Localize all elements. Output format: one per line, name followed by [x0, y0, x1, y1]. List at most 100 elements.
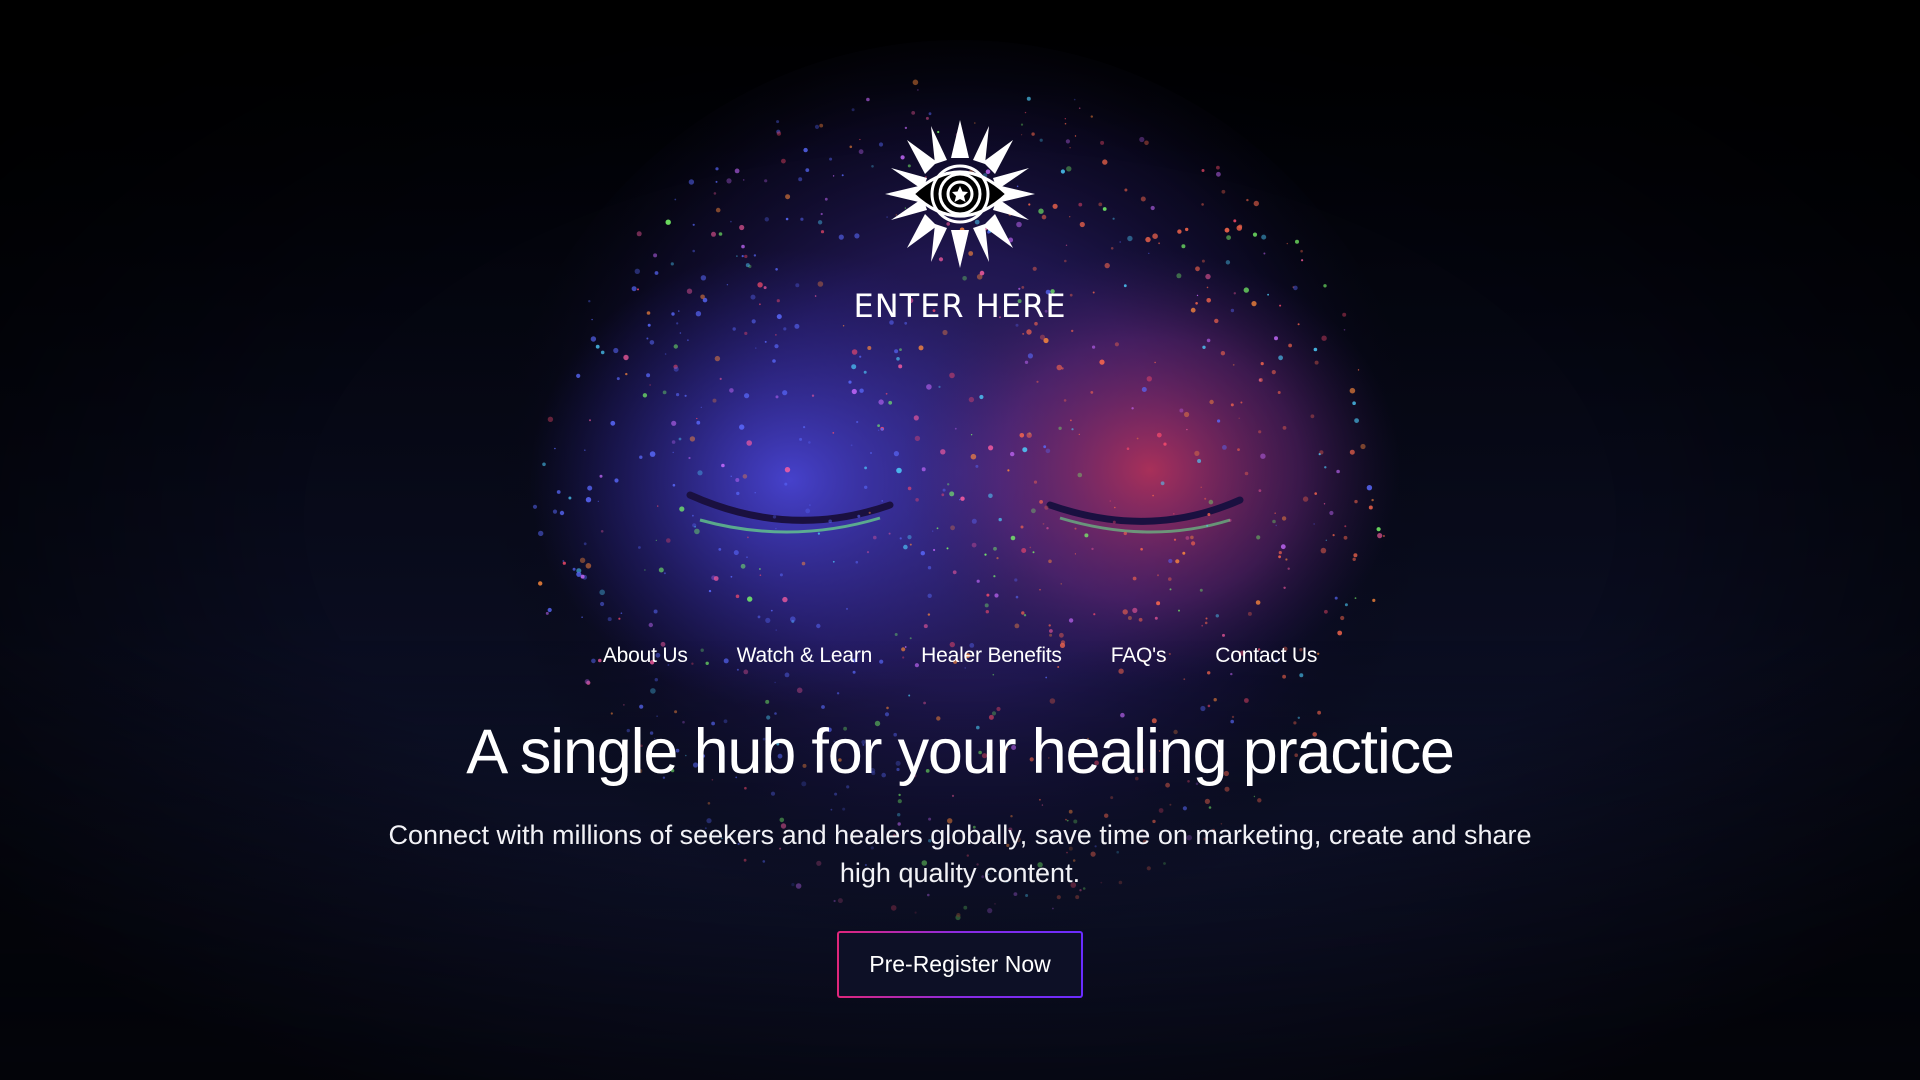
paint-speckle: [562, 561, 566, 565]
paint-speckle: [586, 680, 591, 685]
paint-speckle: [971, 542, 977, 548]
paint-speckle: [600, 530, 604, 533]
paint-speckle: [1145, 236, 1151, 243]
paint-speckle: [1169, 803, 1172, 806]
paint-speckle: [1222, 633, 1225, 637]
paint-speckle: [1182, 806, 1187, 811]
paint-speckle: [764, 179, 768, 183]
paint-speckle: [829, 157, 833, 161]
paint-speckle: [736, 668, 739, 671]
paint-speckle: [1278, 555, 1281, 559]
paint-speckle: [1278, 355, 1283, 361]
paint-speckle: [907, 486, 912, 491]
paint-speckle: [1024, 111, 1027, 114]
paint-speckle: [927, 893, 930, 897]
paint-speckle: [1092, 345, 1096, 349]
nav-item-watch-learn[interactable]: Watch & Learn: [737, 643, 873, 669]
pre-register-button[interactable]: Pre-Register Now: [837, 931, 1083, 998]
paint-speckle: [1059, 632, 1064, 638]
paint-speckle: [708, 589, 712, 593]
paint-speckle: [646, 373, 651, 378]
paint-speckle: [1221, 189, 1226, 194]
paint-speckle: [1015, 595, 1019, 599]
paint-speckle: [1204, 621, 1208, 625]
paint-speckle: [962, 276, 967, 281]
paint-speckle: [1377, 533, 1383, 539]
paint-speckle: [581, 616, 583, 618]
paint-speckle: [1205, 617, 1208, 620]
paint-speckle: [782, 390, 788, 396]
paint-speckle: [986, 593, 990, 597]
paint-speckle: [871, 165, 874, 168]
paint-speckle: [803, 147, 808, 153]
paint-speckle: [1194, 450, 1200, 456]
paint-speckle: [1069, 147, 1071, 149]
paint-speckle: [920, 551, 925, 556]
nav-item-healer-benefits[interactable]: Healer Benefits: [921, 643, 1062, 669]
paint-speckle: [985, 610, 989, 614]
paint-speckle: [1132, 607, 1138, 614]
paint-speckle: [987, 908, 993, 914]
paint-speckle: [653, 609, 658, 614]
paint-speckle: [800, 217, 804, 221]
paint-speckle: [809, 504, 811, 506]
paint-speckle: [1283, 586, 1286, 589]
paint-speckle: [1372, 598, 1376, 603]
paint-speckle: [1325, 539, 1328, 541]
paint-speckle: [1056, 364, 1063, 371]
paint-speckle: [775, 527, 777, 530]
sun-eye-icon[interactable]: [885, 118, 1035, 270]
paint-speckle: [1343, 535, 1348, 540]
paint-speckle: [646, 337, 649, 340]
paint-speckle: [736, 255, 738, 257]
paint-speckle: [1110, 796, 1114, 800]
nav-item-about-us[interactable]: About Us: [603, 643, 688, 669]
paint-speckle: [576, 373, 581, 378]
paint-speckle: [730, 220, 732, 223]
paint-speckle: [599, 589, 605, 596]
paint-speckle: [610, 420, 616, 426]
paint-speckle: [1140, 196, 1146, 202]
paint-speckle: [918, 345, 924, 351]
paint-speckle: [1060, 583, 1062, 585]
paint-speckle: [1077, 472, 1083, 478]
nav-item-contact-us[interactable]: Contact Us: [1215, 643, 1317, 669]
paint-speckle: [639, 455, 643, 459]
paint-speckle: [748, 264, 752, 269]
paint-speckle: [1068, 809, 1073, 814]
paint-speckle: [863, 370, 867, 374]
paint-speckle: [1244, 698, 1249, 703]
paint-speckle: [1027, 353, 1033, 359]
paint-speckle: [1354, 499, 1358, 504]
paint-speckle: [1163, 442, 1167, 446]
paint-speckle: [1104, 262, 1110, 269]
paint-speckle: [718, 548, 722, 551]
paint-speckle: [1046, 527, 1049, 530]
enter-here-link[interactable]: ENTER HERE: [760, 287, 1160, 325]
paint-speckle: [1112, 217, 1115, 220]
paint-speckle: [1052, 907, 1054, 910]
paint-speckle: [781, 158, 786, 164]
paint-speckle: [735, 478, 740, 482]
paint-speckle: [1074, 135, 1077, 137]
paint-speckle: [970, 434, 973, 436]
paint-speckle: [1139, 136, 1145, 143]
paint-speckle: [899, 348, 902, 351]
paint-speckle: [743, 669, 749, 675]
nav-item-faqs[interactable]: FAQ's: [1111, 643, 1167, 669]
paint-speckle: [1214, 318, 1219, 324]
paint-speckle: [817, 220, 823, 225]
paint-speckle: [726, 178, 732, 184]
paint-speckle: [1275, 524, 1277, 527]
paint-speckle: [1181, 244, 1186, 249]
paint-speckle: [960, 496, 965, 501]
paint-speckle: [1042, 523, 1045, 525]
paint-speckle: [911, 111, 916, 115]
paint-speckle: [1344, 603, 1348, 607]
paint-speckle: [1201, 259, 1205, 263]
paint-speckle: [830, 808, 833, 811]
paint-speckle: [1282, 426, 1287, 430]
paint-speckle: [1201, 169, 1205, 172]
paint-speckle: [1196, 294, 1199, 297]
paint-speckle: [1026, 96, 1031, 101]
